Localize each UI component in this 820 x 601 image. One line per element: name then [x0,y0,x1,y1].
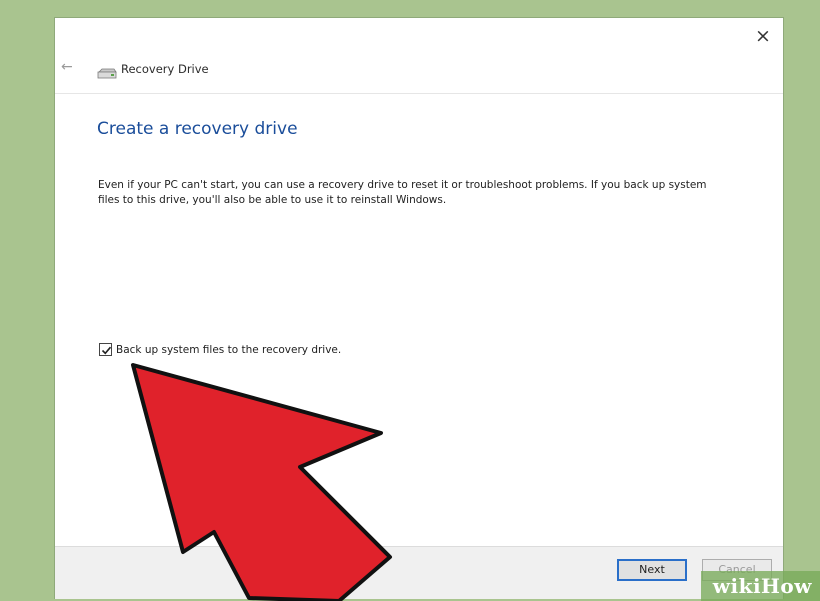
wikihow-watermark: wikiHow [700,571,820,601]
red-pointer-arrow-icon [131,363,392,601]
